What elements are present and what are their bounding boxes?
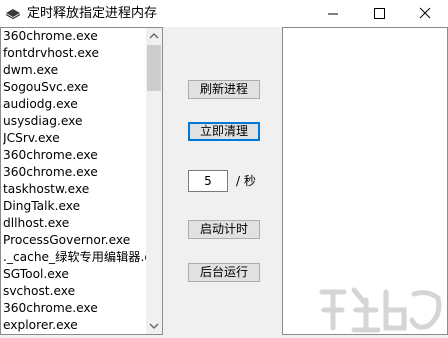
title-bar: 定时释放指定进程内存 bbox=[0, 0, 448, 27]
run-background-button[interactable]: 后台运行 bbox=[188, 263, 260, 282]
close-button[interactable] bbox=[402, 0, 448, 27]
refresh-processes-button[interactable]: 刷新进程 bbox=[188, 80, 260, 99]
minimize-icon bbox=[328, 13, 338, 15]
list-item[interactable]: svchost.exe bbox=[3, 283, 148, 300]
maximize-icon bbox=[374, 8, 385, 19]
list-item[interactable]: dllhost.exe bbox=[3, 215, 148, 232]
interval-unit-label: / 秒 bbox=[236, 174, 256, 188]
scroll-up-icon[interactable] bbox=[146, 28, 162, 45]
maximize-button[interactable] bbox=[356, 0, 402, 27]
list-item[interactable]: usysdiag.exe bbox=[3, 113, 148, 130]
scroll-thumb[interactable] bbox=[147, 45, 161, 91]
list-item[interactable]: 360chrome.exe bbox=[3, 300, 148, 317]
list-item[interactable]: audiodg.exe bbox=[3, 96, 148, 113]
list-item[interactable]: fontdrvhost.exe bbox=[3, 45, 148, 62]
process-listbox[interactable]: 360chrome.exe fontdrvhost.exe dwm.exe So… bbox=[0, 27, 163, 335]
list-item[interactable]: JCSrv.exe bbox=[3, 130, 148, 147]
list-item[interactable]: 360chrome.exe bbox=[3, 164, 148, 181]
downza-logo-icon bbox=[319, 287, 442, 333]
list-item[interactable]: ProcessGovernor.exe bbox=[3, 232, 148, 249]
app-book-icon bbox=[6, 9, 20, 19]
list-item[interactable]: ._cache_绿软专用编辑器.exe bbox=[3, 249, 148, 266]
list-item[interactable]: 360chrome.exe bbox=[3, 147, 148, 164]
interval-input[interactable]: 5 bbox=[188, 170, 228, 192]
list-item[interactable]: DingTalk.exe bbox=[3, 198, 148, 215]
scroll-down-icon[interactable] bbox=[146, 317, 162, 334]
clean-now-button[interactable]: 立即清理 bbox=[188, 122, 260, 141]
list-item[interactable]: explorer.exe bbox=[3, 317, 148, 334]
list-item[interactable]: dwm.exe bbox=[3, 62, 148, 79]
list-item[interactable]: taskhostw.exe bbox=[3, 181, 148, 198]
list-item[interactable]: SGTool.exe bbox=[3, 266, 148, 283]
close-icon bbox=[419, 7, 431, 19]
list-item[interactable]: SogouSvc.exe bbox=[3, 79, 148, 96]
vertical-scrollbar[interactable] bbox=[146, 28, 162, 334]
window-title: 定时释放指定进程内存 bbox=[27, 6, 158, 21]
start-timer-button[interactable]: 启动计时 bbox=[188, 220, 260, 239]
minimize-button[interactable] bbox=[310, 0, 356, 27]
list-item[interactable]: 360chrome.exe bbox=[3, 28, 148, 45]
